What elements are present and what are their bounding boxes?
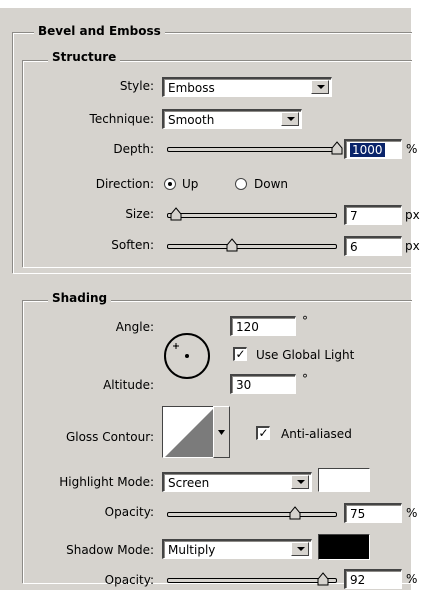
direction-label: Direction: xyxy=(95,177,154,191)
highlight-mode-value: Screen xyxy=(168,476,210,490)
style-select[interactable]: Emboss xyxy=(162,77,332,97)
chevron-down-icon xyxy=(218,430,225,435)
direction-up-radio[interactable] xyxy=(164,178,176,190)
slider-thumb-icon[interactable] xyxy=(331,141,343,155)
slider-thumb-icon[interactable] xyxy=(289,506,301,520)
slider-track xyxy=(167,147,337,152)
shading-title: Shading xyxy=(48,291,112,305)
shadow-opacity-label: Opacity: xyxy=(104,573,154,587)
highlight-color-swatch[interactable] xyxy=(318,468,370,492)
highlight-mode-select[interactable]: Screen xyxy=(162,472,312,492)
depth-slider[interactable] xyxy=(167,141,343,157)
soften-input[interactable]: 6 xyxy=(344,236,402,256)
shadow-mode-select[interactable]: Multiply xyxy=(162,539,312,559)
panel-edge xyxy=(411,8,423,590)
style-label: Style: xyxy=(119,79,154,93)
altitude-unit: ° xyxy=(302,372,308,386)
bevel-emboss-title: Bevel and Emboss xyxy=(34,24,165,38)
depth-unit: % xyxy=(406,142,418,156)
depth-label: Depth: xyxy=(113,142,154,156)
altitude-input[interactable]: 30 xyxy=(230,374,296,394)
depth-value: 1000 xyxy=(350,143,385,157)
angle-dial-icon[interactable] xyxy=(159,328,215,384)
slider-thumb-icon[interactable] xyxy=(170,207,182,221)
shadow-color-swatch[interactable] xyxy=(318,534,370,560)
slider-track xyxy=(167,213,337,218)
chevron-down-icon[interactable] xyxy=(291,542,309,556)
soften-value: 6 xyxy=(350,240,358,254)
highlight-opacity-label: Opacity: xyxy=(104,505,154,519)
angle-label: Angle: xyxy=(115,320,154,334)
size-input[interactable]: 7 xyxy=(344,205,402,225)
technique-select[interactable]: Smooth xyxy=(162,109,302,129)
chevron-down-icon[interactable] xyxy=(291,475,309,489)
shadow-opacity-value: 92 xyxy=(350,573,366,587)
gloss-contour-label: Gloss Contour: xyxy=(65,430,154,444)
highlight-mode-label: Highlight Mode: xyxy=(59,475,154,489)
soften-slider[interactable] xyxy=(167,238,337,254)
highlight-opacity-input[interactable]: 75 xyxy=(344,503,402,523)
use-global-light-checkbox[interactable]: ✓ xyxy=(233,347,247,361)
size-label: Size: xyxy=(125,207,154,221)
highlight-opacity-slider[interactable] xyxy=(167,506,337,522)
slider-track xyxy=(167,244,337,249)
angle-value: 120 xyxy=(236,320,259,334)
angle-input[interactable]: 120 xyxy=(230,316,296,336)
gloss-contour-dropdown[interactable] xyxy=(213,406,230,458)
size-value: 7 xyxy=(350,209,358,223)
anti-aliased-checkbox[interactable]: ✓ xyxy=(256,426,270,440)
size-slider[interactable] xyxy=(167,207,337,223)
contour-curve-icon xyxy=(165,409,213,457)
shadow-opacity-input[interactable]: 92 xyxy=(344,569,402,589)
shadow-opacity-slider[interactable] xyxy=(167,572,337,588)
chevron-down-icon[interactable] xyxy=(311,80,329,94)
altitude-value: 30 xyxy=(236,378,252,392)
direction-up-label[interactable]: Up xyxy=(182,177,198,191)
anti-aliased-label[interactable]: Anti-aliased xyxy=(281,427,352,441)
direction-down-label[interactable]: Down xyxy=(254,177,288,191)
gloss-contour-preview[interactable] xyxy=(162,406,214,458)
shadow-mode-label: Shadow Mode: xyxy=(66,543,154,557)
slider-thumb-icon[interactable] xyxy=(317,572,329,586)
depth-input[interactable]: 1000 xyxy=(344,139,402,159)
angle-unit: ° xyxy=(302,314,308,328)
soften-unit: px xyxy=(405,239,420,253)
style-select-value: Emboss xyxy=(168,81,215,95)
chevron-down-icon[interactable] xyxy=(281,112,299,126)
shadow-mode-value: Multiply xyxy=(168,543,216,557)
slider-track xyxy=(167,578,337,583)
technique-label: Technique: xyxy=(89,112,154,126)
highlight-opacity-unit: % xyxy=(406,506,418,520)
altitude-label: Altitude: xyxy=(103,378,154,392)
size-unit: px xyxy=(405,208,420,222)
highlight-opacity-value: 75 xyxy=(350,507,366,521)
technique-select-value: Smooth xyxy=(168,113,215,127)
structure-title: Structure xyxy=(48,50,121,64)
slider-thumb-icon[interactable] xyxy=(226,238,238,252)
use-global-light-label[interactable]: Use Global Light xyxy=(256,348,354,362)
shadow-opacity-unit: % xyxy=(406,572,418,586)
soften-label: Soften: xyxy=(111,238,154,252)
slider-track xyxy=(167,512,337,517)
direction-down-radio[interactable] xyxy=(235,178,247,190)
